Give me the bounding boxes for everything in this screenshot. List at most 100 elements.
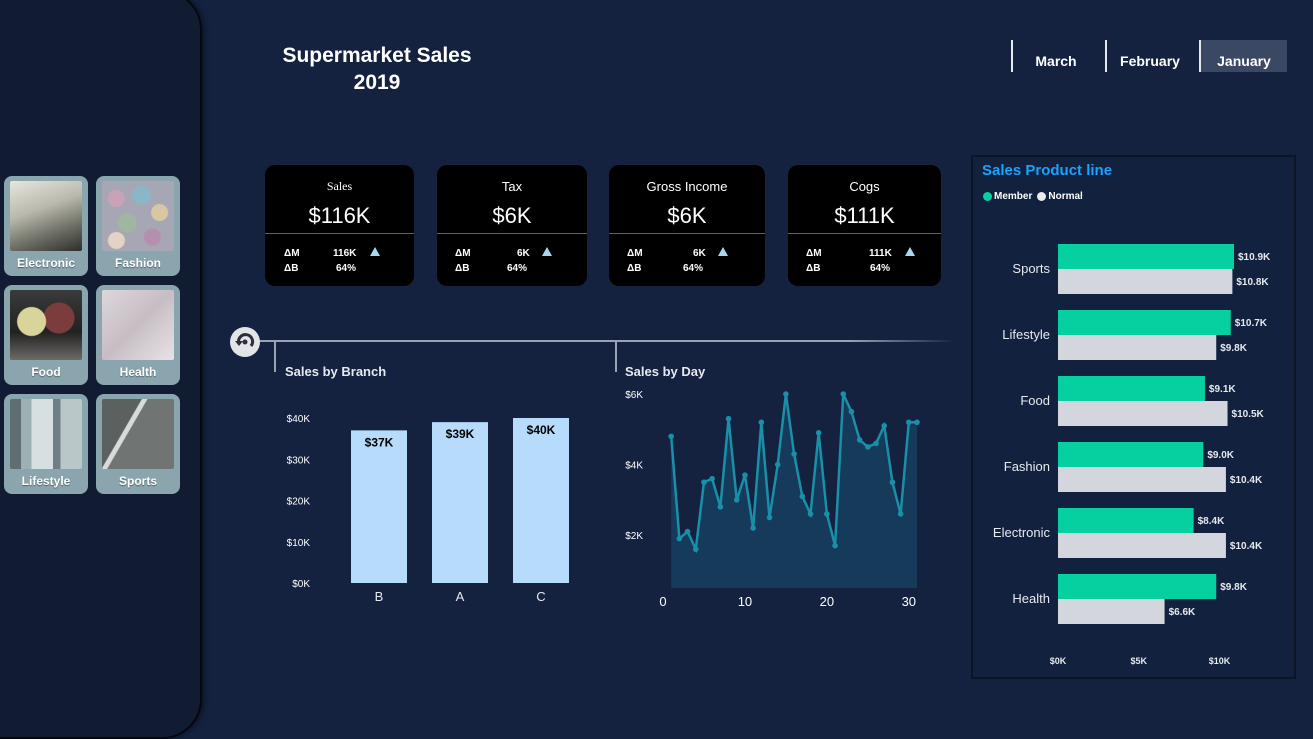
bar-data-label: $40K: [527, 423, 556, 437]
x-tick-label: B: [375, 589, 384, 604]
category-tile-food[interactable]: Food: [4, 285, 88, 385]
day-point: [758, 419, 765, 426]
bar-data-label: $9.8K: [1220, 343, 1247, 354]
kpi-title: Gross Income: [646, 179, 728, 194]
kpi-dm-label: ΔM: [806, 248, 822, 259]
day-point: [701, 479, 707, 486]
kpi-dm-label: ΔM: [627, 248, 643, 259]
y-tick-label: $30K: [287, 455, 311, 466]
day-point: [914, 419, 920, 426]
day-point: [840, 391, 847, 397]
refresh-icon: [235, 333, 255, 347]
day-point: [709, 475, 715, 482]
legend-member-dot: [983, 192, 992, 201]
day-point: [881, 422, 888, 429]
day-point: [684, 528, 691, 535]
electronic-photo-icon: [10, 181, 82, 251]
fruit-photo-icon: [10, 290, 82, 360]
month-button-january[interactable]: January: [1199, 40, 1287, 72]
category-tile-lifestyle[interactable]: Lifestyle: [4, 394, 88, 494]
category-tile-fashion[interactable]: Fashion: [96, 176, 180, 276]
x-tick-label: $5K: [1130, 656, 1147, 666]
day-point: [742, 472, 748, 478]
day-point: [668, 433, 674, 440]
category-label: Health: [1012, 591, 1050, 606]
y-tick-label: $6K: [625, 390, 643, 401]
member-bar: [1058, 508, 1194, 533]
branch-bar: [432, 422, 488, 583]
member-bar: [1058, 574, 1217, 599]
kpi-db-value: 64%: [336, 263, 357, 274]
day-point: [750, 525, 756, 531]
day-point: [897, 511, 904, 517]
x-tick-label: $0K: [1050, 656, 1067, 666]
normal-bar: [1058, 335, 1217, 360]
category-tile-health[interactable]: Health: [96, 285, 180, 385]
y-tick-label: $20K: [287, 497, 311, 508]
day-point: [766, 514, 773, 521]
masks-photo-icon: [102, 290, 174, 360]
day-point: [774, 461, 781, 468]
section-divider-tick: [274, 342, 276, 372]
kpi-value: $6K: [492, 203, 532, 228]
category-label: Sports: [1012, 261, 1050, 276]
day-point: [725, 415, 732, 422]
day-point: [799, 493, 806, 500]
kpi-divider: [609, 233, 765, 234]
bar-data-label: $37K: [365, 435, 394, 449]
bar-data-label: $10.8K: [1236, 277, 1269, 288]
category-label: Fashion: [114, 256, 161, 270]
kpi-divider: [437, 233, 587, 234]
day-point: [733, 497, 740, 503]
reset-icon[interactable]: [230, 327, 260, 357]
bar-data-label: $6.6K: [1169, 607, 1196, 618]
y-tick-label: $10K: [287, 538, 311, 549]
normal-bar: [1058, 401, 1228, 426]
kpi-card-sales: Sales $116K ΔM ΔB 116K 64%: [265, 165, 414, 286]
bar-data-label: $10.4K: [1230, 541, 1263, 552]
month-button-february[interactable]: February: [1105, 40, 1193, 72]
kpi-db-value: 64%: [683, 263, 704, 274]
category-label: Food: [1020, 393, 1050, 408]
kpi-db-label: ΔB: [455, 263, 470, 274]
member-bar: [1058, 244, 1234, 269]
x-tick-label: 30: [902, 594, 916, 609]
bar-data-label: $10.4K: [1230, 475, 1263, 486]
bar-data-label: $9.0K: [1207, 450, 1234, 461]
legend-normal-label: Normal: [1048, 191, 1083, 202]
bar-data-label: $10.5K: [1232, 409, 1265, 420]
day-point: [692, 546, 699, 553]
kpi-db-label: ΔB: [627, 263, 642, 274]
sales-by-day-chart: $2K $4K $6K 0 10 20 30: [625, 390, 920, 609]
category-label: Lifestyle: [21, 474, 71, 488]
section-divider-tick: [615, 342, 617, 372]
product-chart-title: Sales Product line: [982, 162, 1113, 179]
bar-data-label: $10.9K: [1238, 252, 1271, 263]
y-tick-label: $2K: [625, 531, 643, 542]
normal-bar: [1058, 467, 1226, 492]
kpi-db-label: ΔB: [806, 263, 821, 274]
kpi-value: $6K: [667, 203, 707, 228]
kpi-db-value: 64%: [870, 263, 891, 274]
day-point: [824, 511, 830, 517]
branch-chart-title: Sales by Branch: [285, 364, 387, 379]
category-label: Food: [31, 365, 61, 379]
day-point: [889, 479, 896, 486]
x-tick-label: 20: [820, 594, 834, 609]
category-tile-electronic[interactable]: Electronic: [4, 176, 88, 276]
month-button-march[interactable]: March: [1011, 40, 1099, 72]
sales-by-branch-chart: $0K $10K $20K $30K $40K $37K B $39K A $40K C: [287, 414, 569, 604]
kpi-dm-value: 116K: [333, 248, 357, 259]
trend-up-icon: [542, 247, 552, 256]
category-label: Fashion: [1004, 459, 1050, 474]
category-tile-sports[interactable]: Sports: [96, 394, 180, 494]
day-point: [815, 430, 822, 436]
category-label: Sports: [118, 474, 157, 488]
day-point: [783, 391, 789, 397]
category-label: Lifestyle: [1002, 327, 1050, 342]
trend-up-icon: [905, 247, 915, 256]
y-tick-label: $40K: [287, 414, 311, 425]
kpi-dm-label: ΔM: [455, 248, 471, 259]
kpi-divider: [788, 233, 941, 234]
y-tick-label: $4K: [625, 461, 643, 472]
